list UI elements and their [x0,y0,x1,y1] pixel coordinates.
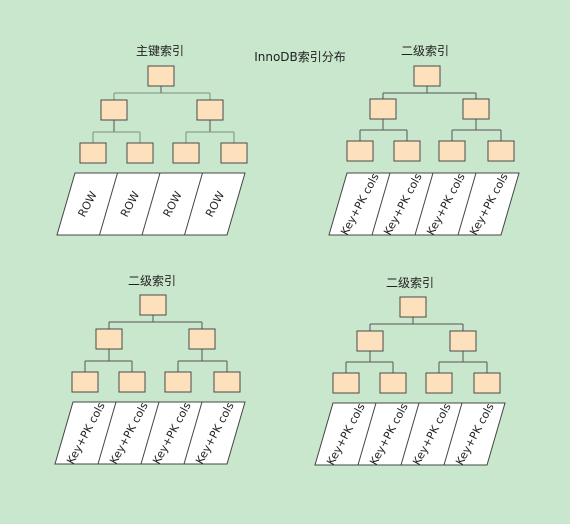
branch-node [449,330,477,352]
index-tree-1: 主键索引ROW ROW ROW ROW [56,44,248,236]
leaf-node [71,371,99,393]
leaf-node [425,372,453,394]
branch-node [356,330,384,352]
tree-label: 主键索引 [136,44,184,58]
index-tree-3: 二级索引Key+PK cols Key+PK cols Key+PK cols Key… [54,274,246,466]
diagram-title: InnoDB索引分布 [254,50,346,64]
leaf-node [438,140,466,162]
branch-node [100,99,128,121]
leaf-node [220,142,248,164]
leaf-node [487,140,515,162]
branch-node [95,328,123,350]
root-node [147,65,175,87]
root-node [139,294,167,316]
tree-label: 二级索引 [401,44,449,58]
leaf-node [172,142,200,164]
branch-node [462,98,490,120]
leaf-node [164,371,192,393]
root-node [399,296,427,318]
leaf-node [213,371,241,393]
leaf-node [332,372,360,394]
leaf-node [473,372,501,394]
leaf-node [379,372,407,394]
index-distribution-diagram: InnoDB索引分布主键索引ROW ROW ROW ROW 二级索引Key+PK col… [54,44,520,467]
leaf-node [126,142,154,164]
index-tree-2: 二级索引Key+PK cols Key+PK cols Key+PK cols Key… [328,44,520,237]
branch-node [196,99,224,121]
diagram-canvas: InnoDB索引分布 主键索引 ROW ROW ROW ROW 二级索引 Key+PK col… [0,0,570,524]
root-node [413,65,441,87]
tree-label: 二级索引 [128,274,176,288]
branch-node [369,98,397,120]
leaf-node [118,371,146,393]
branch-node [188,328,216,350]
tree-label: 二级索引 [386,276,434,290]
leaf-node [393,140,421,162]
leaf-node [79,142,107,164]
index-tree-4: 二级索引Key+PK cols Key+PK cols Key+PK cols Key… [314,276,506,467]
leaf-node [346,140,374,162]
